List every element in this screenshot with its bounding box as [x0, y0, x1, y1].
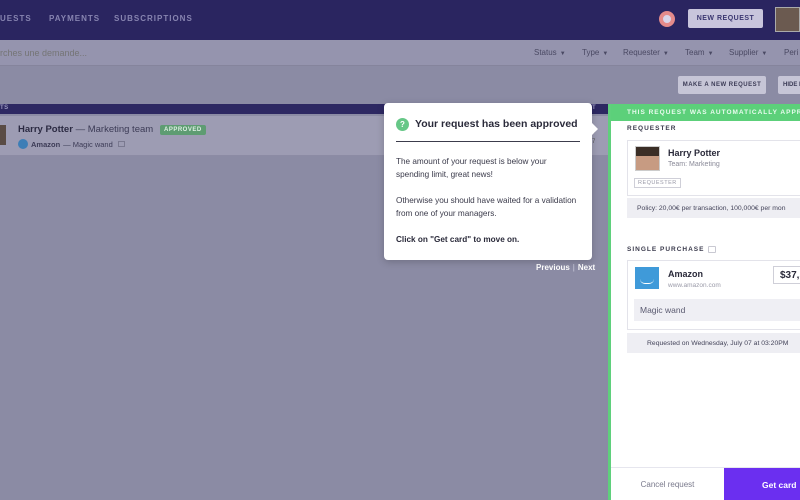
help-lifebuoy-icon[interactable]	[659, 11, 675, 27]
vendor-name: Amazon	[668, 269, 704, 279]
nav-tab-payments[interactable]: PAYMENTS	[49, 14, 100, 23]
row-requester: Harry Potter — Marketing team	[18, 124, 153, 135]
requester-name: Harry Potter	[668, 148, 721, 158]
column-header-amount: T	[592, 105, 597, 111]
row-date: 7	[592, 139, 596, 145]
hide-button[interactable]: HIDE I	[778, 76, 800, 94]
price-field[interactable]: $37,5	[773, 266, 800, 284]
search-input[interactable]	[0, 45, 250, 61]
avatar	[635, 146, 660, 171]
request-detail-panel: THIS REQUEST WAS AUTOMATICALLY APPRO REQ…	[608, 104, 800, 500]
caret-down-icon: ▼	[662, 51, 669, 57]
user-avatar[interactable]	[775, 7, 800, 32]
amazon-logo-icon	[635, 267, 659, 289]
avatar	[0, 125, 6, 145]
requested-on-info: Requested on Wednesday, July 07 at 03:20…	[627, 333, 800, 353]
filter-period[interactable]: Peri	[784, 48, 798, 57]
requester-card: Harry Potter Team: Marketing REQUESTER	[627, 140, 800, 196]
purchase-section-title: SINGLE PURCHASE	[627, 246, 717, 254]
row-supplier: Amazon	[31, 139, 61, 149]
filter-team-label: Team	[685, 48, 705, 57]
purchase-section-label: SINGLE PURCHASE	[627, 246, 705, 254]
vendor-url: www.amazon.com	[668, 282, 721, 289]
amazon-logo-icon	[18, 139, 28, 149]
popup-paragraph: The amount of your request is below your…	[396, 157, 547, 179]
item-description-field[interactable]: Magic wand	[634, 299, 800, 321]
question-icon: ?	[396, 118, 409, 131]
filter-requester-label: Requester	[623, 48, 660, 57]
nav-tab-subscriptions[interactable]: SUBSCRIPTIONS	[114, 14, 193, 23]
auto-approved-banner: THIS REQUEST WAS AUTOMATICALLY APPRO	[611, 104, 800, 121]
top-navigation: UESTS PAYMENTS SUBSCRIPTIONS NEW REQUEST	[0, 0, 800, 40]
panel-footer: Cancel request Get card	[611, 467, 800, 500]
pagination-separator: |	[572, 263, 575, 272]
caret-down-icon: ▼	[559, 51, 566, 57]
vendor-card: Amazon www.amazon.com $37,5 Magic wand	[627, 260, 800, 330]
column-header-requests: TS	[0, 105, 9, 111]
status-badge: APPROVED	[160, 125, 206, 135]
new-request-button[interactable]: NEW REQUEST	[688, 9, 763, 28]
cancel-request-button[interactable]: Cancel request	[611, 468, 724, 500]
filter-type[interactable]: Type ▼	[582, 48, 608, 57]
requester-tag: REQUESTER	[634, 178, 681, 188]
filter-team[interactable]: Team ▼	[685, 48, 714, 57]
filter-requester[interactable]: Requester ▼	[623, 48, 669, 57]
filter-supplier-label: Supplier	[729, 48, 759, 57]
get-card-button[interactable]: Get card	[724, 468, 800, 500]
approval-popup: ? Your request has been approved The amo…	[384, 103, 598, 260]
filter-status[interactable]: Status ▼	[534, 48, 566, 57]
nav-tab-requests[interactable]: UESTS	[0, 14, 32, 23]
row-supplier-line: Amazon — Magic wand	[18, 139, 125, 149]
policy-info: Policy: 20,00€ per transaction, 100,000€…	[627, 198, 800, 218]
filter-bar: Status▼ Type▼ Requester▼ Team▼ Supplier▼…	[0, 40, 800, 66]
row-requester-name: Harry Potter	[18, 124, 73, 135]
requester-section-title: REQUESTER	[627, 125, 677, 132]
next-page-link[interactable]: Next	[578, 263, 595, 272]
popup-instruction: Click on "Get card" to move on.	[396, 235, 520, 244]
calendar-icon	[708, 246, 717, 253]
requester-team: Team: Marketing	[668, 161, 720, 168]
filter-supplier[interactable]: Supplier ▼	[729, 48, 767, 57]
caret-down-icon: ▼	[707, 51, 714, 57]
pagination: Previous | Next	[536, 263, 595, 272]
popup-divider	[396, 141, 580, 142]
make-new-request-button[interactable]: MAKE A NEW REQUEST	[678, 76, 766, 94]
filter-status-label: Status	[534, 48, 557, 57]
item-description: Magic wand	[640, 305, 686, 315]
calendar-icon	[117, 141, 125, 147]
caret-down-icon: ▼	[602, 51, 609, 57]
popup-title: Your request has been approved	[415, 118, 578, 130]
previous-page-link[interactable]: Previous	[536, 263, 570, 272]
popup-paragraph: Otherwise you should have waited for a v…	[396, 196, 577, 218]
row-item: — Magic wand	[63, 139, 113, 149]
caret-down-icon: ▼	[761, 51, 768, 57]
row-team: — Marketing team	[75, 124, 154, 135]
popup-body: The amount of your request is below your…	[396, 155, 582, 259]
filter-type-label: Type	[582, 48, 600, 57]
filter-period-label: Peri	[784, 48, 799, 57]
